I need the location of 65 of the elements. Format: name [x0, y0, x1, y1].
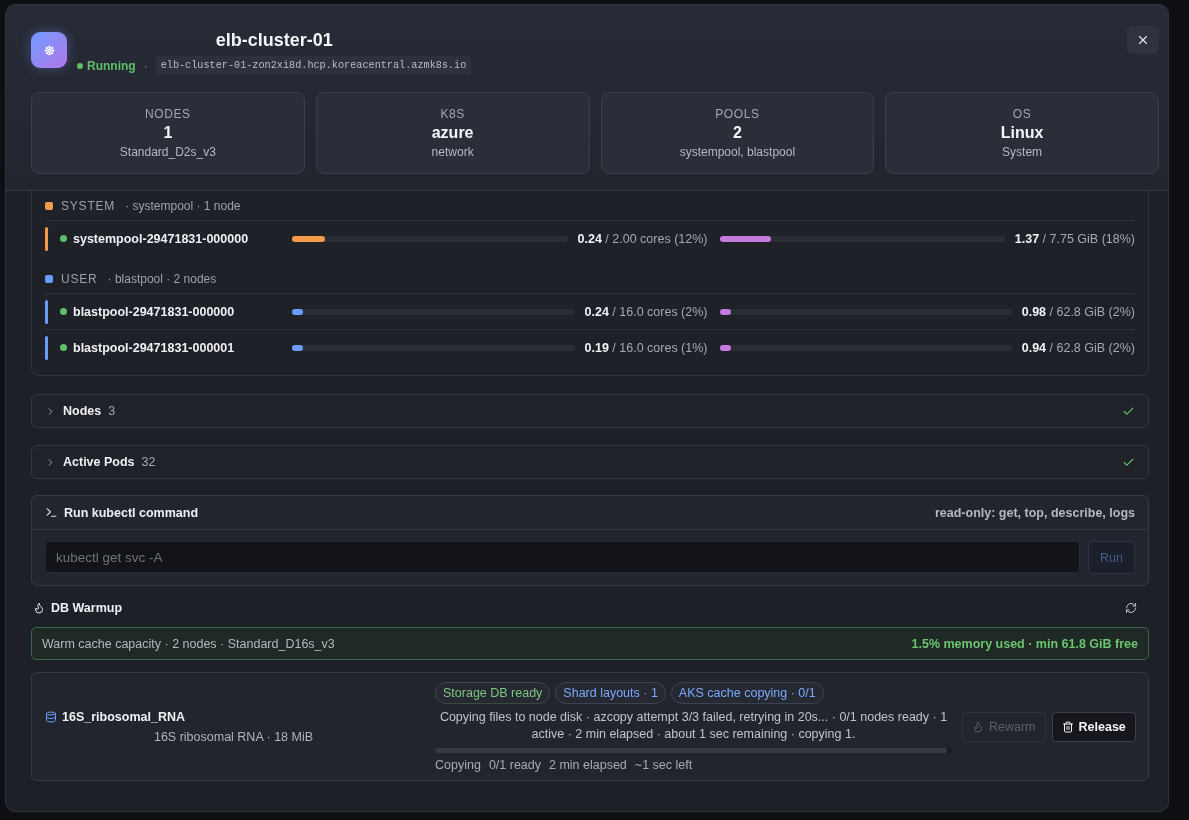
separator-dot: ·: [143, 58, 148, 73]
stat-value: Linux: [1000, 124, 1044, 142]
release-button[interactable]: Release: [1051, 711, 1136, 742]
cluster-logo-icon: [31, 32, 67, 68]
terminal-icon: [45, 506, 58, 519]
trash-icon: [1061, 720, 1074, 733]
refresh-button[interactable]: [1125, 602, 1137, 614]
command-input[interactable]: kubectl get svc -A: [45, 541, 1080, 573]
status-label: Running: [87, 58, 136, 73]
stat-label: K8S: [440, 107, 465, 121]
section-title: Active Pods: [63, 455, 135, 469]
flame-icon: [33, 602, 45, 614]
cpu-reading: 0.24 / 16.0 cores (2%): [584, 304, 708, 319]
stat-value: 2: [732, 124, 742, 142]
stat-label: NODES: [145, 107, 191, 121]
cpu-reading: 0.19 / 16.0 cores (1%): [584, 340, 708, 355]
stat-detail: systempool, blastpool: [679, 145, 796, 159]
node-name: systempool-29471831-000000: [73, 231, 249, 246]
stat-detail: Standard_D2s_v3: [119, 145, 216, 159]
stat-label: POOLS: [715, 107, 760, 121]
database-name: 16S_ribosomal_RNA: [62, 709, 185, 724]
stat-label: OS: [1012, 107, 1032, 121]
progress-message: Copying files to node disk · azcopy attempt 3/3 failed, retrying in 20s... · 0/1 nodes ready · 1 active · 2 min elapsed · about 1 sec remaining · copying 1.: [438, 708, 949, 743]
stat-value: azure: [431, 124, 474, 142]
collapsible-section[interactable]: Active Pods 32: [31, 445, 1149, 479]
section-title: Nodes: [63, 404, 102, 418]
pool-color-bar: [45, 226, 48, 251]
capacity-summary: Warm cache capacity · 2 nodes · Standard_D16s_v3: [42, 636, 335, 651]
pool-color-bar: [45, 299, 48, 324]
stat-detail: System: [1002, 145, 1043, 159]
progress-fact: 0/1 ready: [488, 757, 541, 772]
section-heading: DB Warmup: [51, 601, 123, 615]
node-name: blastpool-29471831-000001: [73, 340, 235, 355]
node-name: blastpool-29471831-000000: [73, 304, 235, 319]
refresh-icon: [1125, 602, 1137, 614]
pool-summary: · systempool · 1 node: [125, 198, 241, 213]
endpoint-address: elb-cluster-01-zon2xi8d.hcp.koreacentral.azmk8s.io: [155, 56, 472, 75]
close-button[interactable]: [1127, 26, 1159, 54]
memory-reading: 0.94 / 62.8 GiB (2%): [1021, 340, 1135, 355]
cluster-name: elb-cluster-01: [215, 29, 333, 51]
database-description: 16S ribosomal RNA · 18 MiB: [152, 729, 315, 744]
flame-icon: [972, 720, 984, 733]
status-badge: Storage DB ready: [435, 681, 551, 704]
capacity-usage: 1.5% memory used · min 61.8 GiB free: [911, 636, 1138, 651]
status-badge: AKS cache copying · 0/1: [670, 681, 824, 704]
pool-color-bar: [45, 335, 48, 360]
collapsible-section[interactable]: Nodes 3: [31, 394, 1149, 428]
section-count: 3: [108, 404, 116, 418]
progress-fact: Copying: [435, 757, 481, 772]
progress-fact: ~1 sec left: [634, 757, 693, 772]
cpu-reading: 0.24 / 2.00 cores (12%): [577, 231, 708, 246]
memory-reading: 0.98 / 62.8 GiB (2%): [1021, 304, 1135, 319]
memory-reading: 1.37 / 7.75 GiB (18%): [1014, 231, 1135, 246]
close-icon: [1136, 33, 1150, 47]
status-badge: Shard layouts · 1: [555, 681, 666, 704]
panel-title: Run kubectl command: [64, 505, 199, 520]
stat-detail: network: [431, 145, 474, 159]
database-icon: [45, 710, 57, 723]
stat-value: 1: [163, 124, 173, 142]
pool-role: USER: [61, 271, 98, 286]
progress-fact: 2 min elapsed: [549, 757, 627, 772]
section-count: 32: [141, 455, 156, 469]
panel-hint: read-only: get, top, describe, logs: [934, 505, 1135, 520]
pool-role: SYSTEM: [61, 198, 116, 213]
pool-summary: · blastpool · 2 nodes: [107, 271, 217, 286]
